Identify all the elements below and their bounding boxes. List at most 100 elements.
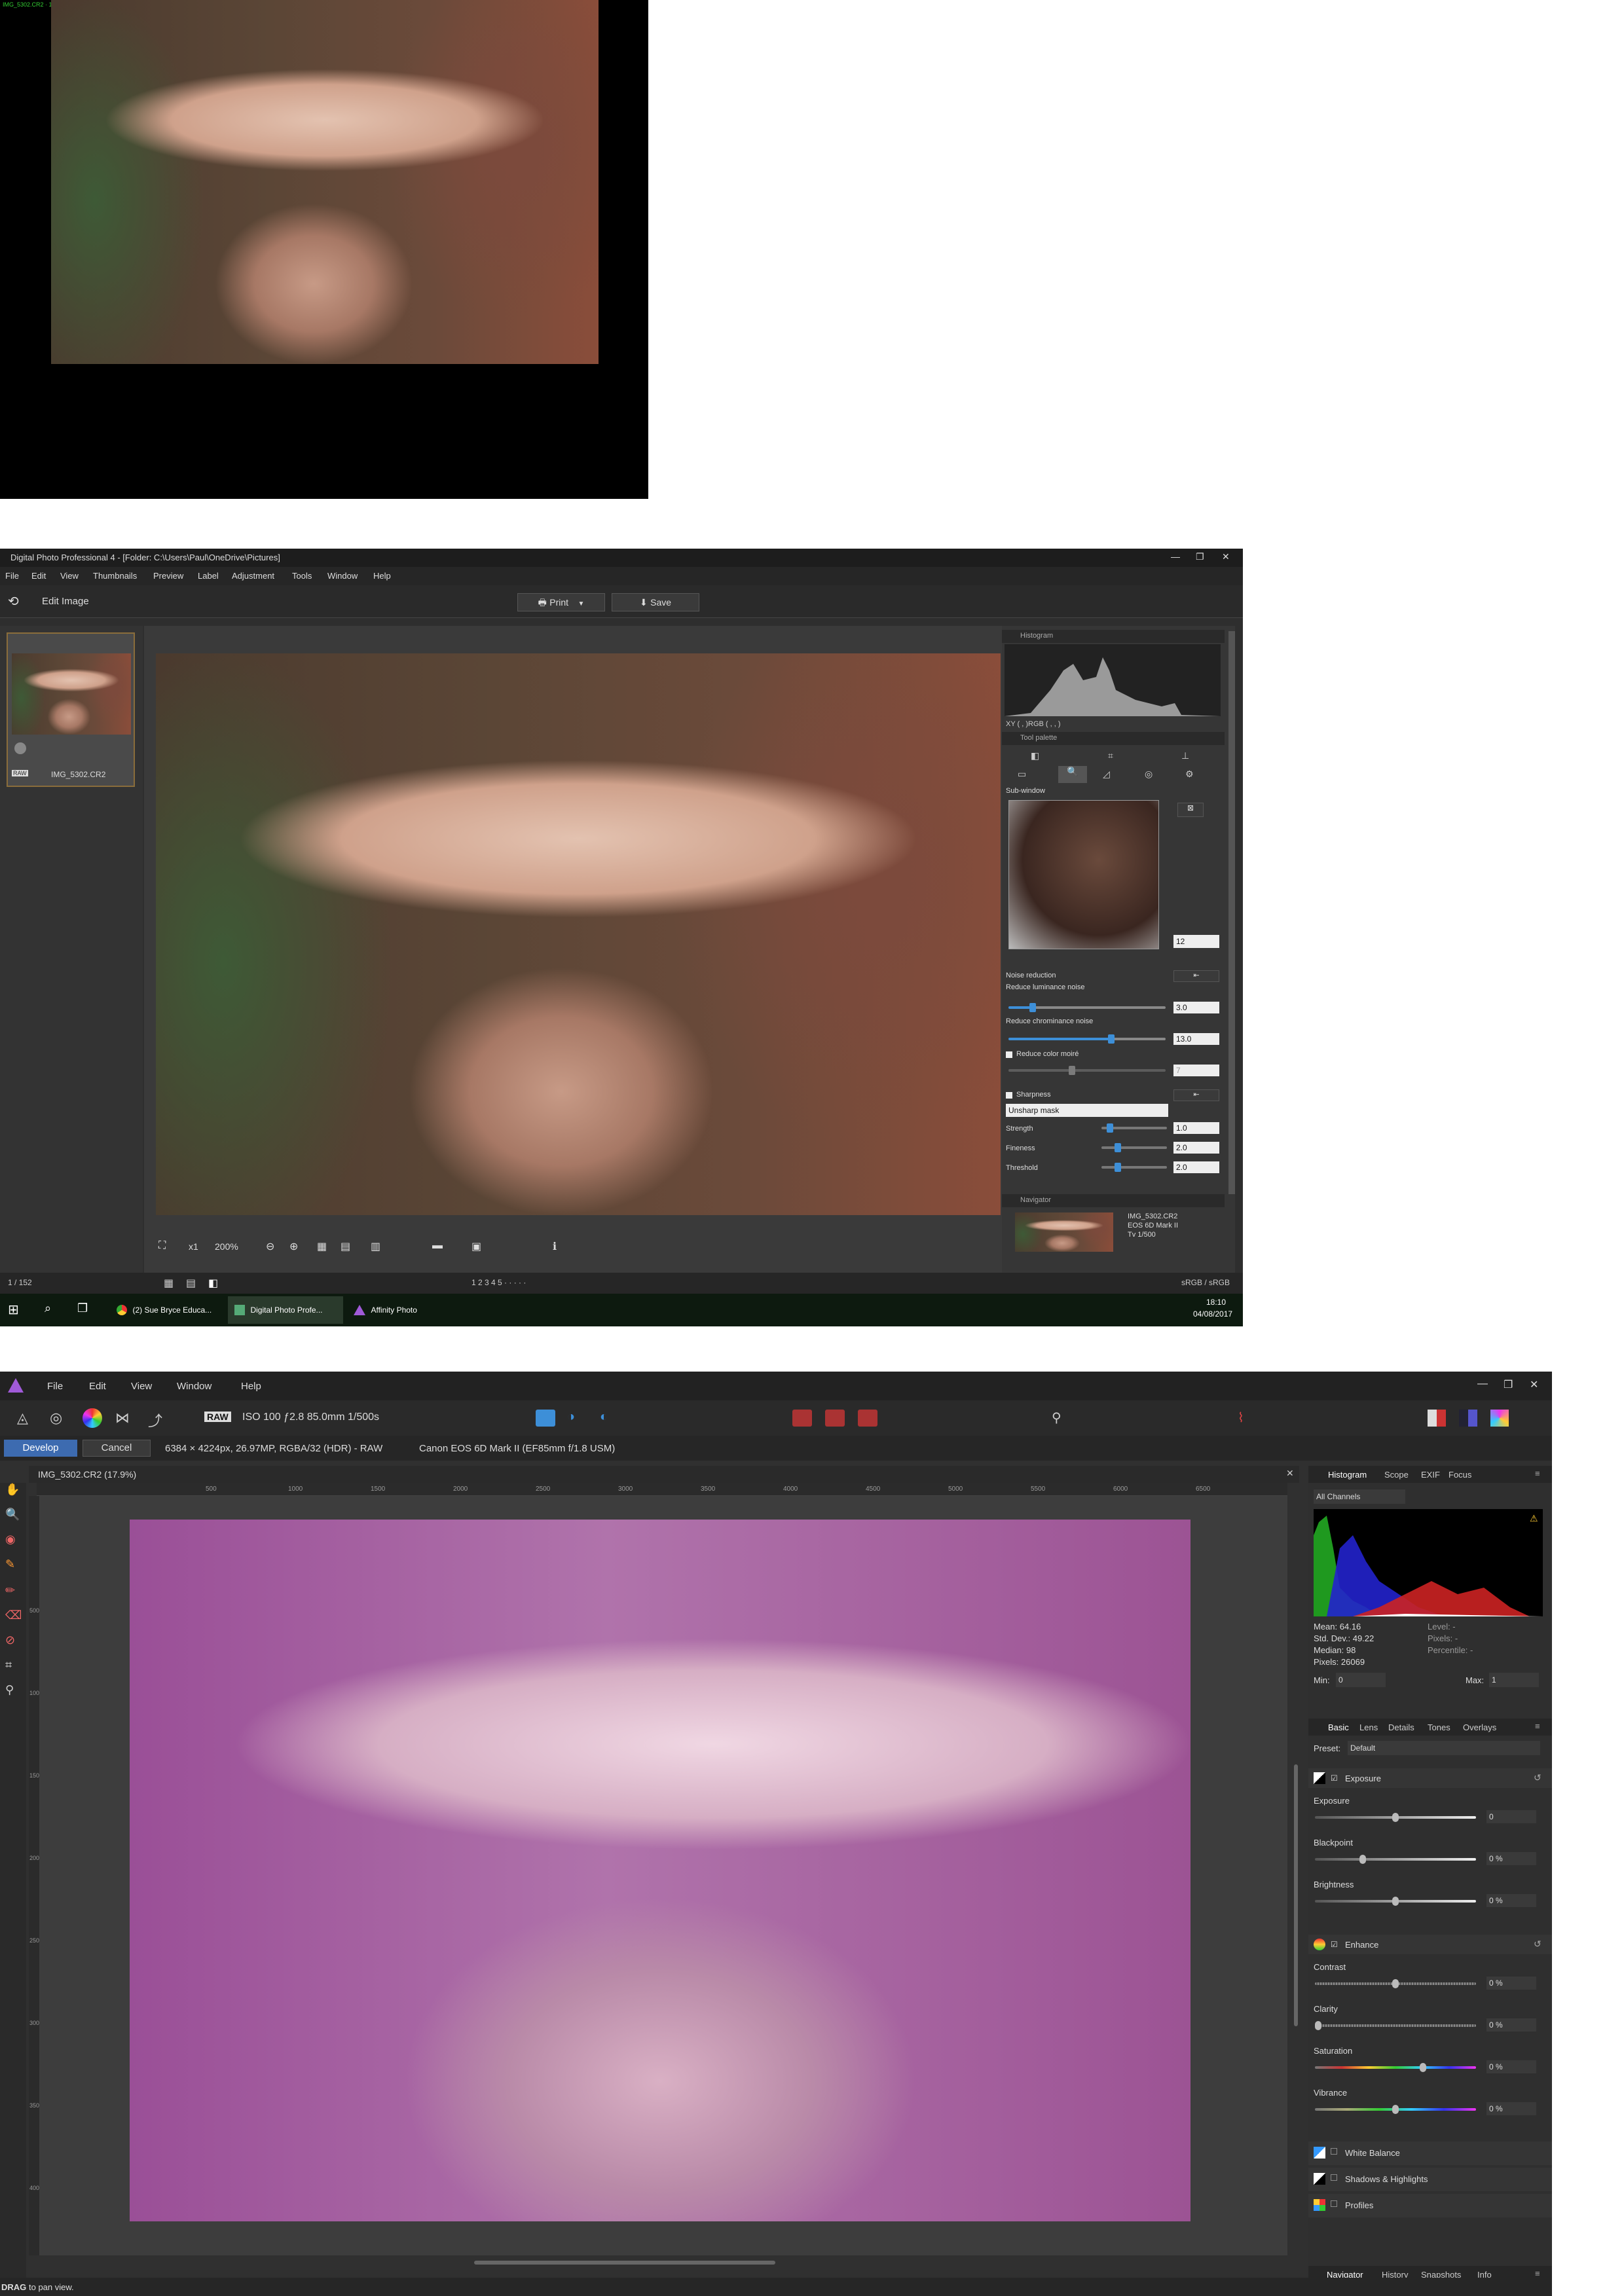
- white-balance-picker-icon[interactable]: ⚲: [1052, 1410, 1061, 1426]
- strength-value[interactable]: 1.0: [1173, 1122, 1219, 1134]
- tab-details[interactable]: Details: [1388, 1722, 1414, 1732]
- channels-select[interactable]: All Channels: [1314, 1489, 1405, 1504]
- white-balance-checkbox[interactable]: [1331, 2148, 1337, 2155]
- affinity-doc-tab[interactable]: IMG_5302.CR2 (17.9%) ✕: [29, 1466, 1299, 1483]
- profiles-checkbox[interactable]: [1331, 2200, 1337, 2207]
- profile-1-icon[interactable]: [1428, 1410, 1446, 1427]
- sharpness-reset-button[interactable]: ⇤: [1173, 1089, 1219, 1101]
- export-persona-icon[interactable]: ⤴: [148, 1410, 162, 1430]
- profiles-group[interactable]: Profiles: [1308, 2194, 1552, 2217]
- stamp-icon[interactable]: ⊥: [1181, 750, 1189, 761]
- cancel-button[interactable]: Cancel: [83, 1440, 151, 1457]
- panel-menu-icon[interactable]: ≡: [1535, 2269, 1540, 2278]
- minimize-button[interactable]: —: [1171, 551, 1180, 562]
- subwindow-close-button[interactable]: ⊠: [1177, 803, 1204, 817]
- slider-value[interactable]: 0 %: [1486, 1894, 1536, 1907]
- moire-value[interactable]: 7: [1173, 1065, 1219, 1076]
- dpp-preview-image[interactable]: [156, 653, 1001, 1215]
- tab-overlays[interactable]: Overlays: [1463, 1722, 1496, 1732]
- white-balance-tool-icon[interactable]: ⚲: [5, 1683, 14, 1697]
- photo-persona-icon[interactable]: ◬: [17, 1410, 28, 1427]
- slider-value[interactable]: 0 %: [1486, 1852, 1536, 1865]
- assistant-icon[interactable]: ⌇: [1238, 1410, 1244, 1426]
- vibrance-slider[interactable]: [1315, 2105, 1476, 2114]
- zoom-in-icon[interactable]: ⊕: [289, 1240, 298, 1253]
- info-icon[interactable]: ℹ: [553, 1240, 557, 1253]
- back-icon[interactable]: ⟲: [8, 593, 19, 610]
- canvas-v-scrollbar[interactable]: [1294, 1764, 1298, 2026]
- compare-icon[interactable]: ▥: [371, 1240, 380, 1253]
- menu-edit[interactable]: Edit: [31, 571, 46, 581]
- list-view-icon[interactable]: ▤: [186, 1277, 196, 1290]
- grid-icon[interactable]: ▤: [341, 1240, 350, 1253]
- grid-view-icon[interactable]: ▦: [164, 1277, 174, 1290]
- save-button[interactable]: ⬇ Save: [612, 593, 699, 611]
- fit-icon[interactable]: ⛶: [158, 1240, 166, 1252]
- chrominance-slider[interactable]: [1008, 1034, 1166, 1044]
- print-button[interactable]: 🖶 Print ▼: [517, 593, 605, 611]
- moire-slider[interactable]: [1008, 1066, 1166, 1075]
- menu-view[interactable]: View: [131, 1381, 152, 1392]
- fineness-value[interactable]: 2.0: [1173, 1142, 1219, 1154]
- taskbar-item-affinity[interactable]: Affinity Photo: [347, 1296, 462, 1324]
- split-view-icon[interactable]: ◑: [567, 1410, 575, 1425]
- tab-scope[interactable]: Scope: [1384, 1470, 1409, 1480]
- tone-mapping-persona-icon[interactable]: ⋈: [115, 1410, 130, 1427]
- exposure-slider[interactable]: [1315, 1813, 1476, 1822]
- overlay-erase-icon[interactable]: ⌫: [5, 1609, 22, 1622]
- minimize-button[interactable]: —: [1477, 1378, 1488, 1390]
- hand-tool-icon[interactable]: ✋: [5, 1483, 20, 1497]
- panel-menu-icon[interactable]: ≡: [1535, 1721, 1540, 1731]
- tab-exif[interactable]: EXIF: [1421, 1470, 1440, 1480]
- canvas-h-scrollbar[interactable]: [474, 2261, 775, 2265]
- crop-icon[interactable]: ⌗: [1108, 750, 1113, 761]
- close-button[interactable]: ✕: [1222, 551, 1230, 562]
- menu-adjustment[interactable]: Adjustment: [232, 571, 274, 581]
- menu-view[interactable]: View: [60, 571, 79, 581]
- saturation-slider[interactable]: [1315, 2063, 1476, 2072]
- taskbar-item-dpp[interactable]: Digital Photo Profe...: [228, 1296, 343, 1324]
- slider-value[interactable]: 0 %: [1486, 2060, 1536, 2073]
- thumbnail-card[interactable]: RAW IMG_5302.CR2: [7, 632, 135, 787]
- clipped-tones-icon[interactable]: [858, 1410, 877, 1427]
- tab-tones[interactable]: Tones: [1428, 1722, 1450, 1732]
- tab-lens[interactable]: Lens: [1359, 1722, 1378, 1732]
- compare-icon[interactable]: ◧: [1031, 750, 1039, 761]
- luminance-value[interactable]: 3.0: [1173, 1002, 1219, 1013]
- taskbar-item-chrome[interactable]: (2) Sue Bryce Educa...: [110, 1296, 224, 1324]
- highlight-icon[interactable]: ▣: [471, 1240, 481, 1253]
- menu-label[interactable]: Label: [198, 571, 219, 581]
- liquify-persona-icon[interactable]: ◎: [50, 1410, 62, 1427]
- contrast-slider[interactable]: [1315, 1979, 1476, 1988]
- dpp-scrollbar[interactable]: [1228, 631, 1235, 1194]
- shadows-highlights-group[interactable]: Shadows & Highlights: [1308, 2168, 1552, 2191]
- sharpness-mode-select[interactable]: Unsharp mask: [1006, 1104, 1168, 1117]
- zoom-level[interactable]: 200%: [215, 1241, 238, 1252]
- menu-thumbnails[interactable]: Thumbnails: [93, 571, 137, 581]
- red-eye-tool-icon[interactable]: ◉: [5, 1533, 16, 1546]
- restore-button[interactable]: ❐: [1196, 551, 1204, 562]
- view-mode-icon[interactable]: ▦: [317, 1240, 327, 1253]
- min-input[interactable]: 0: [1336, 1673, 1386, 1687]
- tone-tab-icon[interactable]: ◿: [1103, 769, 1110, 780]
- blackpoint-slider[interactable]: [1315, 1855, 1476, 1864]
- search-icon[interactable]: ⌕: [45, 1302, 51, 1315]
- basic-tab-icon[interactable]: ▭: [1018, 769, 1026, 780]
- task-view-icon[interactable]: ❐: [77, 1302, 88, 1315]
- reset-icon[interactable]: ↺: [1534, 1939, 1541, 1950]
- menu-help[interactable]: Help: [373, 571, 391, 581]
- zoom-x1[interactable]: x1: [189, 1241, 198, 1252]
- develop-persona-icon[interactable]: [83, 1408, 102, 1428]
- zoom-out-icon[interactable]: ⊖: [266, 1240, 274, 1253]
- reset-icon[interactable]: ↺: [1534, 1772, 1541, 1783]
- clipped-highlights-icon[interactable]: [792, 1410, 812, 1427]
- crop-tool-icon[interactable]: ⌗: [5, 1658, 12, 1672]
- threshold-value[interactable]: 2.0: [1173, 1161, 1219, 1173]
- before-after-icon[interactable]: [536, 1410, 555, 1427]
- menu-help[interactable]: Help: [241, 1381, 261, 1392]
- clarity-slider[interactable]: [1315, 2021, 1476, 2030]
- blemish-tool-icon[interactable]: ✎: [5, 1558, 15, 1571]
- menu-preview[interactable]: Preview: [153, 571, 183, 581]
- shadows-highlights-checkbox[interactable]: [1331, 2174, 1337, 2181]
- slider-value[interactable]: 0 %: [1486, 2018, 1536, 2032]
